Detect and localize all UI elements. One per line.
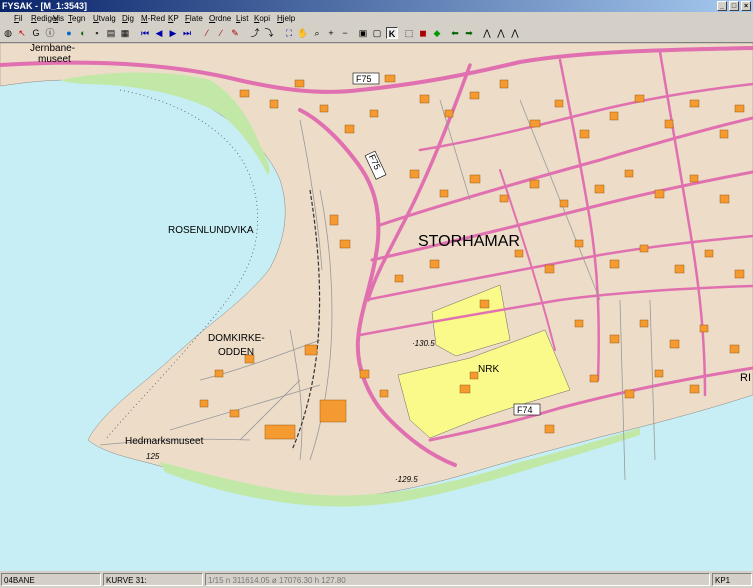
menu-kp[interactable]: KP <box>168 13 179 24</box>
print-icon[interactable]: ▤ <box>105 27 117 39</box>
status-layer: 04BANE <box>1 573 101 586</box>
layers-icon[interactable]: ▦ <box>119 27 131 39</box>
menu-list[interactable]: List <box>236 13 248 24</box>
spot-height-130: ·130.5 <box>412 339 435 348</box>
frame-icon[interactable]: ▢ <box>371 27 383 39</box>
title-bar: FYSAK - [M_1:3543] _ □ × <box>0 0 753 12</box>
disk-icon[interactable]: ▪ <box>91 27 103 39</box>
label-ri: RI <box>740 372 751 384</box>
menu-flate[interactable]: Flate <box>185 13 203 24</box>
label-rosenlundvika: ROSENLUNDVIKA <box>168 225 254 236</box>
menu-dig[interactable]: Dig <box>122 13 134 24</box>
tool-a-icon[interactable]: ⋀ <box>481 27 493 39</box>
toolbar: ◍ ↖ G ⓘ ● ◐ ▪ ▤ ▦ ⏮ ◀ ▶ ⏭ ⁄ ∕ ✎ ⤴ ⤵ ⛶ ✋ … <box>0 25 753 43</box>
menu-hjelp[interactable]: Hjelp <box>277 13 295 24</box>
menu-ordne[interactable]: Ordne <box>209 13 231 24</box>
label-hedmarksmuseet: Hedmarksmuseet <box>125 436 204 447</box>
minimize-button[interactable]: _ <box>717 1 727 11</box>
shield-f74-text: F74 <box>517 405 533 415</box>
zoom-in-icon[interactable]: + <box>325 27 337 39</box>
pan-icon[interactable]: ✋ <box>297 27 309 39</box>
status-bar: 04BANE KURVE 31: 1/15 n 311614.05 ø 1707… <box>0 571 753 588</box>
fill-icon[interactable]: ◆ <box>431 27 443 39</box>
menu-kopi[interactable]: Kopi <box>254 13 270 24</box>
window-title: FYSAK - [M_1:3543] <box>2 1 88 11</box>
zoom-icon[interactable]: ⌕ <box>311 27 323 39</box>
prev-icon[interactable]: ◀ <box>153 27 165 39</box>
menu-mred[interactable]: M-Red <box>141 13 165 24</box>
status-curve: KURVE 31: <box>103 573 203 586</box>
draw-line-icon[interactable]: ⁄ <box>201 27 213 39</box>
label-nrk: NRK <box>478 364 499 375</box>
draw-curve-icon[interactable]: ∕ <box>215 27 227 39</box>
world-icon[interactable]: ● <box>63 27 75 39</box>
info-icon[interactable]: ⓘ <box>44 27 56 39</box>
zoom-out-icon[interactable]: − <box>339 27 351 39</box>
next-icon[interactable]: ▶ <box>167 27 179 39</box>
label-jernbane-1: Jernbane- <box>30 43 75 54</box>
status-kp: KP1 <box>712 573 752 586</box>
map-canvas[interactable]: Jernbane- museet ROSENLUNDVIKA STORHAMAR… <box>0 43 753 571</box>
edit-icon[interactable]: ✎ <box>229 27 241 39</box>
maximize-button[interactable]: □ <box>729 1 739 11</box>
select-icon[interactable]: ⬚ <box>403 27 415 39</box>
globe-icon[interactable]: ◍ <box>2 27 14 39</box>
g-icon[interactable]: G <box>30 27 42 39</box>
pointer-icon[interactable]: ↖ <box>16 27 28 39</box>
menu-fil[interactable]: Fil <box>14 13 22 24</box>
first-icon[interactable]: ⏮ <box>139 27 151 39</box>
menu-utvalg[interactable]: Utvalg <box>93 13 116 24</box>
refresh-icon[interactable]: ◐ <box>77 27 89 39</box>
close-button[interactable]: × <box>741 1 751 11</box>
tool-b-icon[interactable]: ⋀ <box>495 27 507 39</box>
label-domkirke-2: ODDEN <box>218 347 254 358</box>
menu-vis[interactable]: Vis <box>53 13 64 24</box>
menu-tegn[interactable]: Tegn <box>68 13 85 24</box>
k-tool-icon[interactable]: K <box>386 27 398 39</box>
label-storhamar: STORHAMAR <box>418 233 520 250</box>
tool-c-icon[interactable]: ⋀ <box>509 27 521 39</box>
spot-height-125: 125 <box>146 452 160 461</box>
label-domkirke-1: DOMKIRKE- <box>208 333 265 344</box>
color-icon[interactable]: ◼ <box>417 27 429 39</box>
forward-arrow-icon[interactable]: ➡ <box>463 27 475 39</box>
zoom-extent-icon[interactable]: ⛶ <box>283 27 295 39</box>
menu-bar: Fil Rediger Vis Tegn Utvalg Dig M-Red KP… <box>0 12 753 25</box>
last-icon[interactable]: ⏭ <box>181 27 193 39</box>
spot-height-129: ·129.5 <box>395 475 418 484</box>
back-arrow-icon[interactable]: ⬅ <box>449 27 461 39</box>
grid-icon[interactable]: ▣ <box>357 27 369 39</box>
shield-f75-north-text: F75 <box>356 74 372 84</box>
status-coordinates: 1/15 n 311614.05 ø 17076.30 h 127.80 <box>205 573 710 586</box>
add-point-icon[interactable]: ⤴ <box>249 27 261 39</box>
label-jernbane-2: museet <box>38 54 71 65</box>
move-point-icon[interactable]: ⤵ <box>263 27 275 39</box>
